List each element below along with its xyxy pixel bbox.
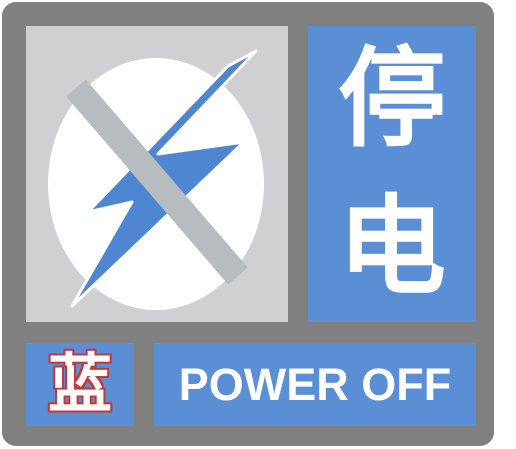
english-label-panel: POWER OFF [154,343,476,426]
power-off-lightning-crossed-icon [48,49,264,310]
title-char-2: 电 [337,185,446,310]
power-off-label: POWER OFF [178,358,452,410]
warning-level-panel: 蓝 [26,343,134,426]
warning-level-label: 蓝 [48,347,112,422]
warning-signal-frame: 停 电 蓝 POWER OFF [2,2,494,446]
signal-title-panel: 停 电 [308,26,476,322]
power-off-icon-panel [26,26,288,322]
title-char-1: 停 [337,37,446,162]
